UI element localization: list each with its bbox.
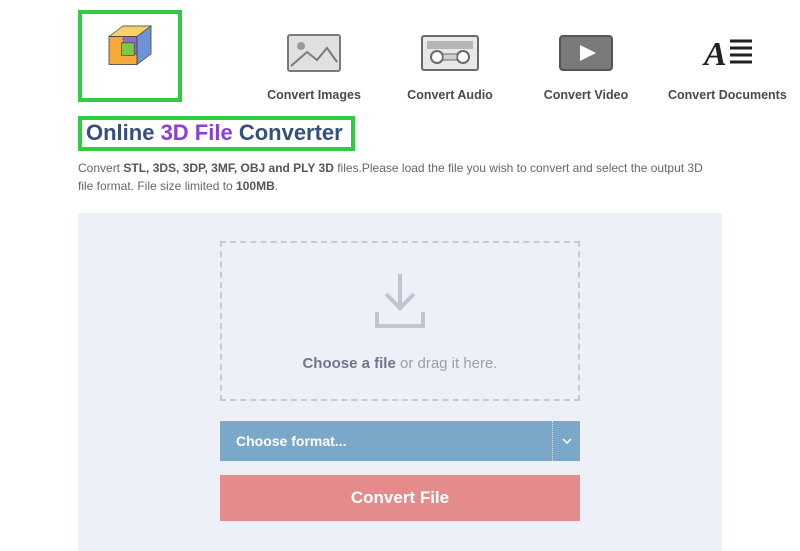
top-nav: Convert Images Convert Audio (0, 10, 800, 112)
format-select[interactable]: Choose format... (220, 421, 580, 461)
logo-3d-cube[interactable] (78, 10, 182, 102)
nav-convert-documents[interactable]: A Convert Documents (668, 33, 787, 102)
dropzone-text: Choose a file or drag it here. (302, 355, 497, 372)
nav-label: Convert Video (544, 88, 629, 102)
nav-convert-video[interactable]: Convert Video (532, 33, 640, 102)
nav-convert-images[interactable]: Convert Images (260, 33, 368, 102)
download-arrow-icon (371, 270, 429, 337)
format-select-label: Choose format... (220, 433, 552, 449)
chevron-down-icon (552, 421, 580, 461)
title-part-converter: Converter (239, 120, 343, 145)
cube-3d-icon (95, 19, 165, 94)
upload-panel: Choose a file or drag it here. Choose fo… (78, 213, 722, 551)
page-subtitle: Convert STL, 3DS, 3DP, 3MF, OBJ and PLY … (0, 151, 800, 195)
video-play-icon (559, 33, 613, 73)
file-dropzone[interactable]: Choose a file or drag it here. (220, 241, 580, 401)
nav-convert-audio[interactable]: Convert Audio (396, 33, 504, 102)
nav-label: Convert Images (267, 88, 361, 102)
nav-label: Convert Audio (407, 88, 493, 102)
image-icon (287, 33, 341, 73)
cassette-icon (421, 33, 479, 73)
document-text-icon: A (700, 33, 754, 73)
title-part-3dfile: 3D File (161, 120, 239, 145)
nav-label: Convert Documents (668, 88, 787, 102)
convert-button-label: Convert File (351, 488, 449, 508)
title-part-online: Online (86, 120, 161, 145)
page-title: Online 3D File Converter (78, 116, 355, 151)
svg-text:A: A (702, 36, 727, 71)
convert-file-button[interactable]: Convert File (220, 475, 580, 521)
